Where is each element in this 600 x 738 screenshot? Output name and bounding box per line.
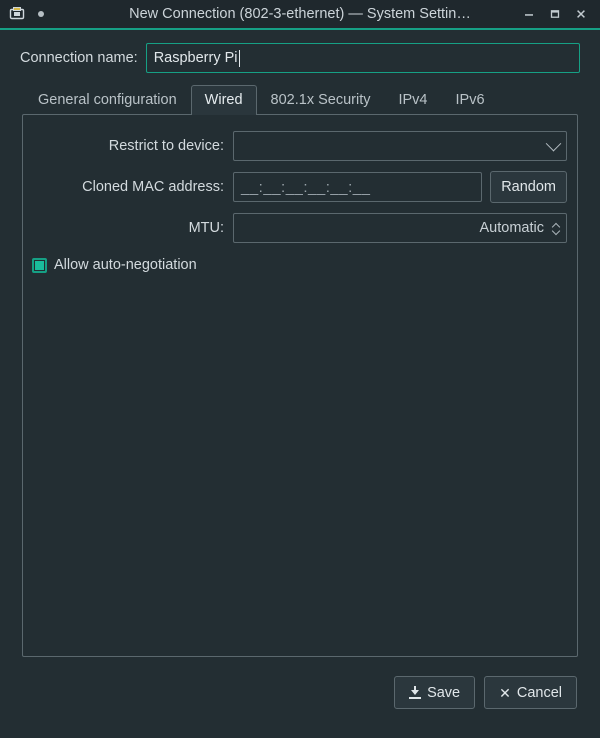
window-controls — [519, 4, 591, 24]
close-x-icon: ✕ — [499, 684, 511, 701]
window-title: New Connection (802-3-ethernet) — System… — [129, 6, 471, 22]
mtu-value: Automatic — [479, 220, 544, 236]
save-button-label: Save — [427, 684, 461, 701]
connection-name-value: Raspberry Pi — [153, 50, 238, 66]
allow-auto-negotiation-checkbox[interactable] — [32, 257, 47, 273]
restrict-to-device-select[interactable] — [233, 131, 567, 161]
allow-auto-negotiation-row[interactable]: Allow auto-negotiation — [23, 257, 577, 273]
window-modified-indicator — [38, 11, 44, 17]
chevron-down-icon — [545, 135, 562, 151]
settings-tabbar: General configuration Wired 802.1x Secur… — [0, 73, 600, 115]
connection-name-input[interactable]: Raspberry Pi — [145, 43, 580, 73]
wired-settings-panel: Restrict to device: Cloned MAC address: … — [22, 114, 578, 657]
spinner-arrows-icon[interactable] — [550, 222, 561, 234]
cloned-mac-row: Cloned MAC address: __:__:__:__:__:__ Ra… — [23, 171, 577, 203]
window-titlebar: New Connection (802-3-ethernet) — System… — [0, 0, 600, 30]
text-caret — [238, 49, 240, 67]
tab-802-1x-security[interactable]: 802.1x Security — [257, 85, 385, 115]
cloned-mac-placeholder: __:__:__:__:__:__ — [241, 178, 371, 196]
save-button[interactable]: Save — [394, 676, 476, 709]
checkbox-check-fill — [35, 260, 44, 270]
connection-name-label: Connection name: — [20, 50, 138, 66]
cancel-button[interactable]: ✕ Cancel — [484, 676, 577, 709]
ethernet-port-icon — [8, 5, 26, 23]
tab-ipv6[interactable]: IPv6 — [442, 85, 499, 115]
allow-auto-negotiation-label: Allow auto-negotiation — [54, 257, 197, 273]
restrict-to-device-row: Restrict to device: — [23, 131, 577, 161]
cloned-mac-label: Cloned MAC address: — [82, 179, 224, 195]
mtu-row: MTU: Automatic — [23, 213, 577, 243]
minimize-icon[interactable] — [519, 4, 539, 24]
mtu-label: MTU: — [188, 220, 224, 236]
tab-ipv4[interactable]: IPv4 — [384, 85, 441, 115]
cancel-button-label: Cancel — [516, 684, 562, 701]
dialog-footer: Save ✕ Cancel — [0, 657, 600, 709]
restrict-to-device-label: Restrict to device: — [108, 138, 224, 154]
spinner-down-icon[interactable] — [552, 229, 560, 234]
tab-wired[interactable]: Wired — [190, 85, 257, 115]
download-arrow-icon — [409, 686, 422, 699]
random-mac-button[interactable]: Random — [490, 171, 567, 203]
close-icon[interactable] — [571, 4, 591, 24]
tab-general-configuration[interactable]: General configuration — [24, 85, 191, 115]
connection-name-row: Connection name: Raspberry Pi — [0, 30, 600, 73]
cloned-mac-input[interactable]: __:__:__:__:__:__ — [233, 172, 483, 202]
maximize-icon[interactable] — [545, 4, 565, 24]
mtu-spinbox[interactable]: Automatic — [233, 213, 567, 243]
